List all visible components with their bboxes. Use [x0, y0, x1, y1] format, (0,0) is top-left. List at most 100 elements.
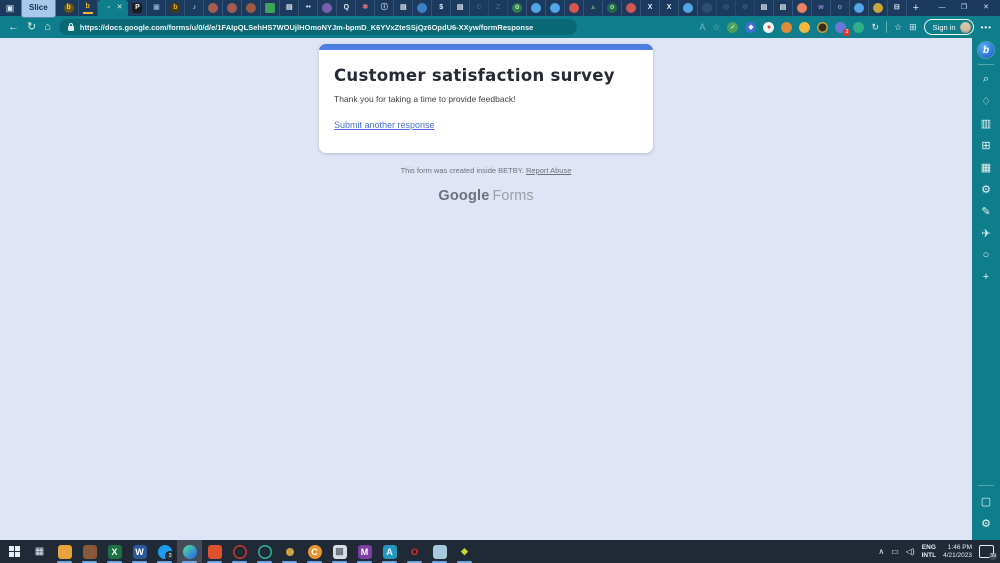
tab-gold-bird[interactable] — [869, 0, 888, 16]
tab-pink-2[interactable] — [622, 0, 641, 16]
tab-doc-1[interactable]: ▤ — [280, 0, 299, 16]
report-abuse-link[interactable]: Report Abuse — [526, 166, 571, 175]
tab-ring-faded[interactable]: ◎ — [717, 0, 736, 16]
tab-red-3[interactable] — [242, 0, 261, 16]
add-sidebar-icon[interactable]: + — [972, 266, 1000, 288]
network-icon[interactable]: ▭ — [891, 547, 899, 556]
window-icon[interactable]: ▢ — [981, 490, 991, 512]
language-indicator[interactable]: ENG INTL — [922, 544, 936, 559]
tab-bird-faded[interactable] — [698, 0, 717, 16]
tab-twitter-3[interactable] — [679, 0, 698, 16]
ext-yellow-coin[interactable] — [799, 22, 810, 33]
games-icon[interactable]: ▦ — [972, 156, 1000, 178]
tab-tree[interactable]: ▲ — [584, 0, 603, 16]
tab-star-red[interactable]: ✱ — [356, 0, 375, 16]
twitter[interactable]: 3 — [152, 540, 177, 563]
ext-dark-gold[interactable] — [817, 22, 828, 33]
tab-sound[interactable]: ♪ — [185, 0, 204, 16]
office-icon[interactable]: ⊞ — [972, 134, 1000, 156]
tab-blue-square[interactable]: ▣ — [147, 0, 166, 16]
diamond-app[interactable]: ◆ — [452, 540, 477, 563]
tab-dots[interactable]: •• — [299, 0, 318, 16]
tab-gold-b-underline[interactable]: b — [79, 0, 98, 16]
tab-b-dark-gold[interactable]: b — [166, 0, 185, 16]
tab-green-square[interactable] — [261, 0, 280, 16]
ext-green-circle[interactable] — [853, 22, 864, 33]
tab-gold-b[interactable]: b — [60, 0, 79, 16]
excel[interactable]: X — [102, 540, 127, 563]
tab-green-o[interactable]: o — [508, 0, 527, 16]
red-ring-app[interactable] — [227, 540, 252, 563]
coin-app[interactable]: C — [302, 540, 327, 563]
compose-icon[interactable]: ✎ — [972, 200, 1000, 222]
tab-pink-1[interactable] — [565, 0, 584, 16]
tab-z-faded[interactable]: Z — [489, 0, 508, 16]
address-bar[interactable]: https://docs.google.com/forms/u/0/d/e/1F… — [59, 19, 577, 35]
submit-another-response-link[interactable]: Submit another response — [334, 120, 435, 130]
ext-green-check[interactable]: ✓ — [727, 22, 738, 33]
drop-icon[interactable]: ○ — [972, 244, 1000, 266]
tab-twitter-2[interactable] — [546, 0, 565, 16]
anydesk-app[interactable]: A — [377, 540, 402, 563]
ext-orange[interactable] — [781, 22, 792, 33]
tab-doc-3[interactable]: ▤ — [451, 0, 470, 16]
tab-doc-2[interactable]: ▤ — [394, 0, 413, 16]
task-view-button[interactable]: ▦ — [27, 540, 52, 563]
tab-red-1[interactable] — [204, 0, 223, 16]
store-bag[interactable] — [77, 540, 102, 563]
brave[interactable] — [202, 540, 227, 563]
tab-current[interactable]: ▫ ✕ — [98, 0, 129, 16]
file-explorer[interactable] — [52, 540, 77, 563]
refresh-button[interactable]: ↻ — [27, 16, 36, 38]
tab-instagram[interactable] — [793, 0, 812, 16]
outlook-icon[interactable]: ✈ — [972, 222, 1000, 244]
clock[interactable]: 1:46 PM 4/21/2023 — [943, 544, 972, 559]
tab-list-button[interactable]: ⊟ — [888, 0, 907, 16]
photos-app[interactable]: ▦ — [327, 540, 352, 563]
read-aloud-icon[interactable]: A — [699, 22, 705, 32]
tab-doc-5[interactable]: ▤ — [774, 0, 793, 16]
tab-w-purple[interactable]: w — [812, 0, 831, 16]
ext-white-red[interactable]: ● — [763, 22, 774, 33]
sidebar-settings-icon[interactable]: ⚙ — [981, 512, 991, 534]
favorites-star-icon[interactable]: ☆ — [894, 22, 902, 33]
mega-app[interactable]: M — [352, 540, 377, 563]
tab-p[interactable]: P — [128, 0, 147, 16]
shopping-icon[interactable]: ♢ — [972, 90, 1000, 112]
tools-icon[interactable]: ▥ — [972, 112, 1000, 134]
tab-c-faded[interactable]: C — [470, 0, 489, 16]
bing-discover-icon[interactable]: b — [978, 42, 994, 58]
box3d-app[interactable] — [427, 540, 452, 563]
tab-purple[interactable] — [318, 0, 337, 16]
search-icon[interactable]: ⌕ — [972, 68, 1000, 90]
tab-dollar[interactable]: $ — [432, 0, 451, 16]
start-button[interactable] — [2, 540, 27, 563]
tray-chevron-icon[interactable]: ∧ — [878, 547, 884, 556]
tab-twitter-1[interactable] — [527, 0, 546, 16]
close-button[interactable]: ✕ — [975, 0, 997, 16]
restore-button[interactable]: ❐ — [953, 0, 975, 16]
sync-icon[interactable]: ↻ — [871, 22, 879, 33]
tab-close-icon[interactable]: ✕ — [117, 3, 123, 13]
teal-ring-app[interactable] — [252, 540, 277, 563]
favorite-add-icon[interactable]: ☆ — [712, 22, 720, 33]
volume-icon[interactable]: ◁) — [906, 547, 915, 556]
tab-red-2[interactable] — [223, 0, 242, 16]
back-button[interactable]: ← — [8, 16, 19, 38]
lock-icon[interactable] — [68, 26, 74, 31]
new-tab-button[interactable]: + — [907, 2, 925, 14]
ext-puzzle[interactable]: 2 — [835, 22, 846, 33]
tab-slash-faded[interactable]: ⊘ — [736, 0, 755, 16]
tab-blue-dot[interactable] — [413, 0, 432, 16]
minimize-button[interactable]: — — [931, 0, 953, 16]
more-menu-icon[interactable]: ••• — [981, 23, 992, 32]
ext-blue-shield[interactable]: ◆ — [745, 22, 756, 33]
collections-icon[interactable]: ⊞ — [909, 22, 917, 33]
tab-x-1[interactable]: X — [641, 0, 660, 16]
workspaces-icon[interactable]: ▣ — [3, 2, 17, 14]
performance-icon[interactable]: ⚙ — [972, 178, 1000, 200]
sign-in-button[interactable]: Sign in — [924, 19, 974, 35]
tab-green-dark[interactable]: o — [603, 0, 622, 16]
tab-twitter-4[interactable] — [850, 0, 869, 16]
gold-key-app[interactable] — [277, 540, 302, 563]
